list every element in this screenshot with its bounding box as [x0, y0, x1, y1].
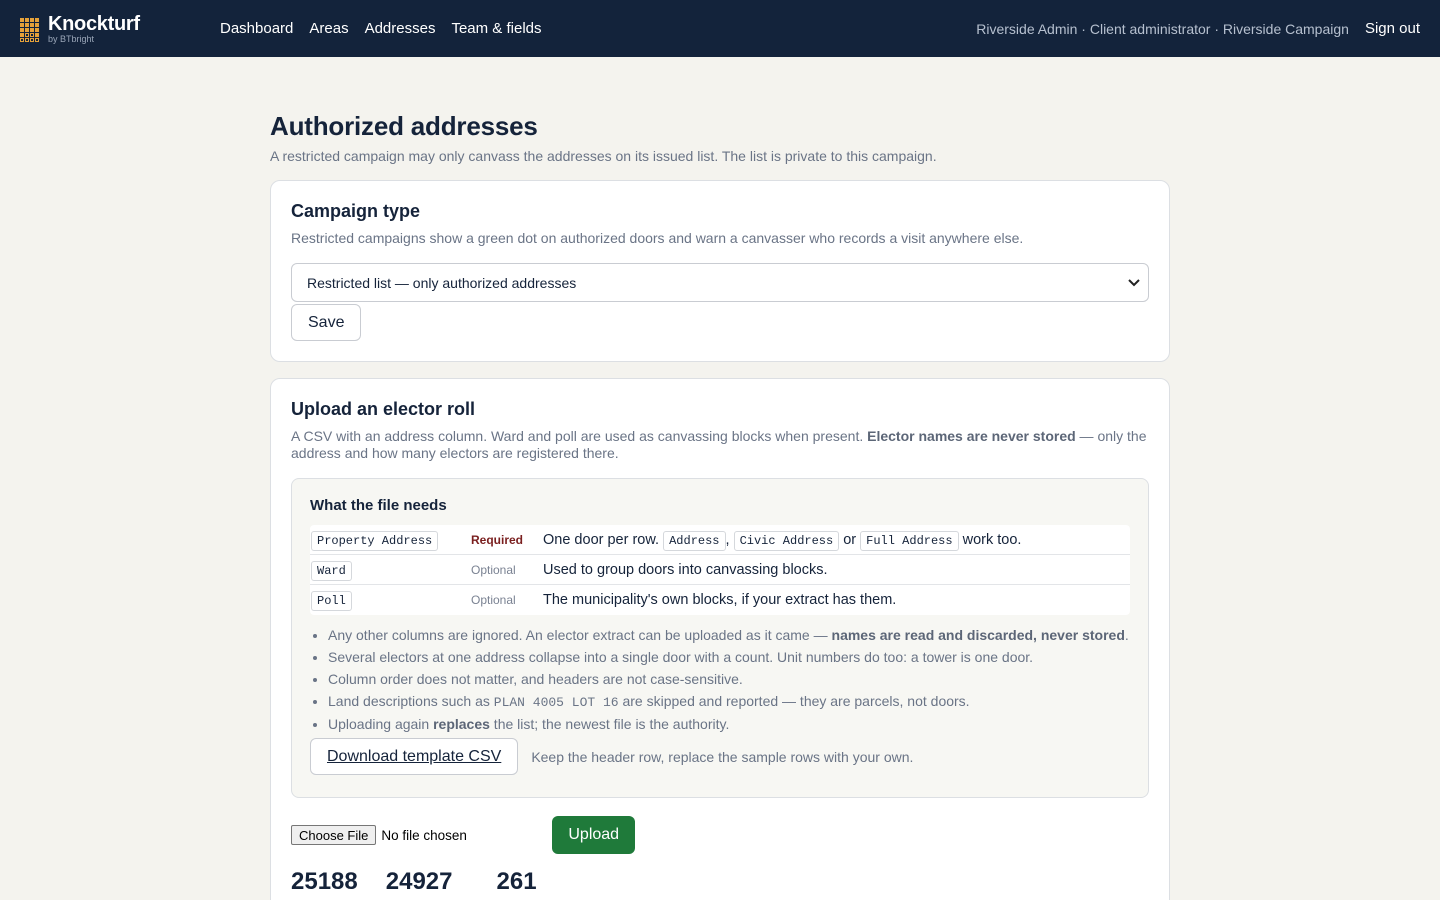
upload-notes-list: Any other columns are ignored. An electo… [310, 627, 1130, 733]
column-status-badge: Optional [471, 562, 516, 577]
campaign-type-card: Campaign type Restricted campaigns show … [270, 180, 1170, 362]
table-row: Property Address Required One door per r… [310, 525, 1130, 555]
column-status-badge: Required [471, 532, 524, 547]
top-navigation-bar: Knockturf by BTbright Dashboard Areas Ad… [0, 0, 1440, 57]
column-description: The municipality's own blocks, if your e… [543, 592, 897, 608]
choose-file-button[interactable]: Choose File [291, 825, 377, 845]
note-code: PLAN 4005 LOT 16 [493, 695, 619, 710]
column-desc-text-end: work too. [958, 531, 1022, 548]
upload-stats: 25188 24927 261 [291, 868, 1149, 896]
file-requirements-panel: What the file needs Property Address Req… [291, 478, 1149, 798]
column-desc-text: One door per row. [543, 531, 664, 548]
column-alt-name: Full Address [860, 530, 959, 551]
upload-desc-emphasis: Elector names are never stored [867, 428, 1076, 444]
column-description: Used to group doors into canvassing bloc… [543, 561, 828, 578]
upload-button[interactable]: Upload [552, 816, 636, 854]
nav-addresses[interactable]: Addresses [365, 20, 436, 37]
brand[interactable]: Knockturf by BTbright [20, 14, 220, 44]
nav-areas[interactable]: Areas [309, 20, 348, 37]
download-template-button[interactable]: Download template CSV [310, 738, 519, 775]
list-item: Uploading again replaces the list; the n… [328, 716, 1130, 733]
app-name: Knockturf [48, 12, 140, 35]
upload-form: Choose File No file chosen Upload [291, 816, 1149, 854]
template-note: Keep the header row, replace the sample … [531, 748, 914, 765]
campaign-type-selected-value: Restricted list — only authorized addres… [307, 274, 577, 291]
table-row: Ward Optional Used to group doors into c… [310, 555, 1130, 585]
upload-card: Upload an elector roll A CSV with an add… [270, 378, 1170, 900]
app-subtitle: by BTbright [48, 33, 95, 44]
file-status: No file chosen [381, 827, 467, 843]
note-text-end: are skipped and reported — they are parc… [618, 693, 970, 709]
sign-out-link[interactable]: Sign out [1365, 20, 1420, 37]
page-lead: A restricted campaign may only canvass t… [270, 148, 937, 164]
note-text: Land descriptions such as [328, 693, 494, 709]
nav-team-fields[interactable]: Team & fields [451, 20, 541, 37]
stat-value: 25188 [291, 868, 358, 895]
main-nav: Dashboard Areas Addresses Team & fields [220, 20, 542, 37]
separator: or [839, 531, 861, 548]
note-text: Any other columns are ignored. An electo… [328, 627, 832, 643]
user-info: Riverside Admin · Client administrator ·… [976, 20, 1349, 37]
page-title: Authorized addresses [270, 111, 538, 141]
column-status-badge: Optional [471, 593, 516, 607]
nav-dashboard[interactable]: Dashboard [220, 20, 293, 37]
column-name: Property Address [311, 530, 439, 551]
separator: , [725, 531, 734, 548]
list-item: Column order does not matter, and header… [328, 671, 1130, 688]
column-name: Poll [311, 591, 352, 611]
app-logo-icon [20, 17, 39, 42]
column-alt-name: Civic Address [733, 530, 840, 551]
main-content: Authorized addresses A restricted campai… [270, 57, 1170, 900]
stat-value: 24927 [385, 868, 453, 895]
campaign-type-description: Restricted campaigns show a green dot on… [291, 230, 1024, 246]
save-button[interactable]: Save [291, 304, 362, 341]
note-text-end: . [1124, 627, 1129, 643]
upload-title: Upload an elector roll [291, 399, 476, 419]
upload-desc-text: A CSV with an address column. Ward and p… [291, 428, 868, 444]
file-requirements-title: What the file needs [310, 497, 447, 514]
column-alt-name: Address [663, 530, 726, 551]
note-text-end: the list; the newest file is the authori… [489, 716, 730, 732]
note-text: Uploading again [328, 716, 434, 732]
column-name: Ward [311, 560, 352, 581]
table-row: Poll Optional The municipality's own blo… [310, 585, 1130, 615]
campaign-type-title: Campaign type [291, 201, 421, 221]
column-requirements-table: Property Address Required One door per r… [310, 525, 1130, 615]
stat-value: 261 [496, 868, 537, 895]
column-description: One door per row. Address, Civic Address… [543, 530, 1022, 551]
list-item: Any other columns are ignored. An electo… [328, 627, 1130, 644]
note-emphasis: replaces [433, 716, 490, 732]
template-row: Download template CSV Keep the header ro… [310, 738, 1130, 775]
upload-description: A CSV with an address column. Ward and p… [291, 428, 1149, 462]
chevron-down-icon [1128, 276, 1140, 290]
list-item: Land descriptions such as PLAN 4005 LOT … [328, 693, 1130, 711]
note-emphasis: names are read and discarded, never stor… [831, 627, 1125, 643]
list-item: Several electors at one address collapse… [328, 649, 1130, 666]
campaign-type-select[interactable]: Restricted list — only authorized addres… [291, 263, 1149, 302]
